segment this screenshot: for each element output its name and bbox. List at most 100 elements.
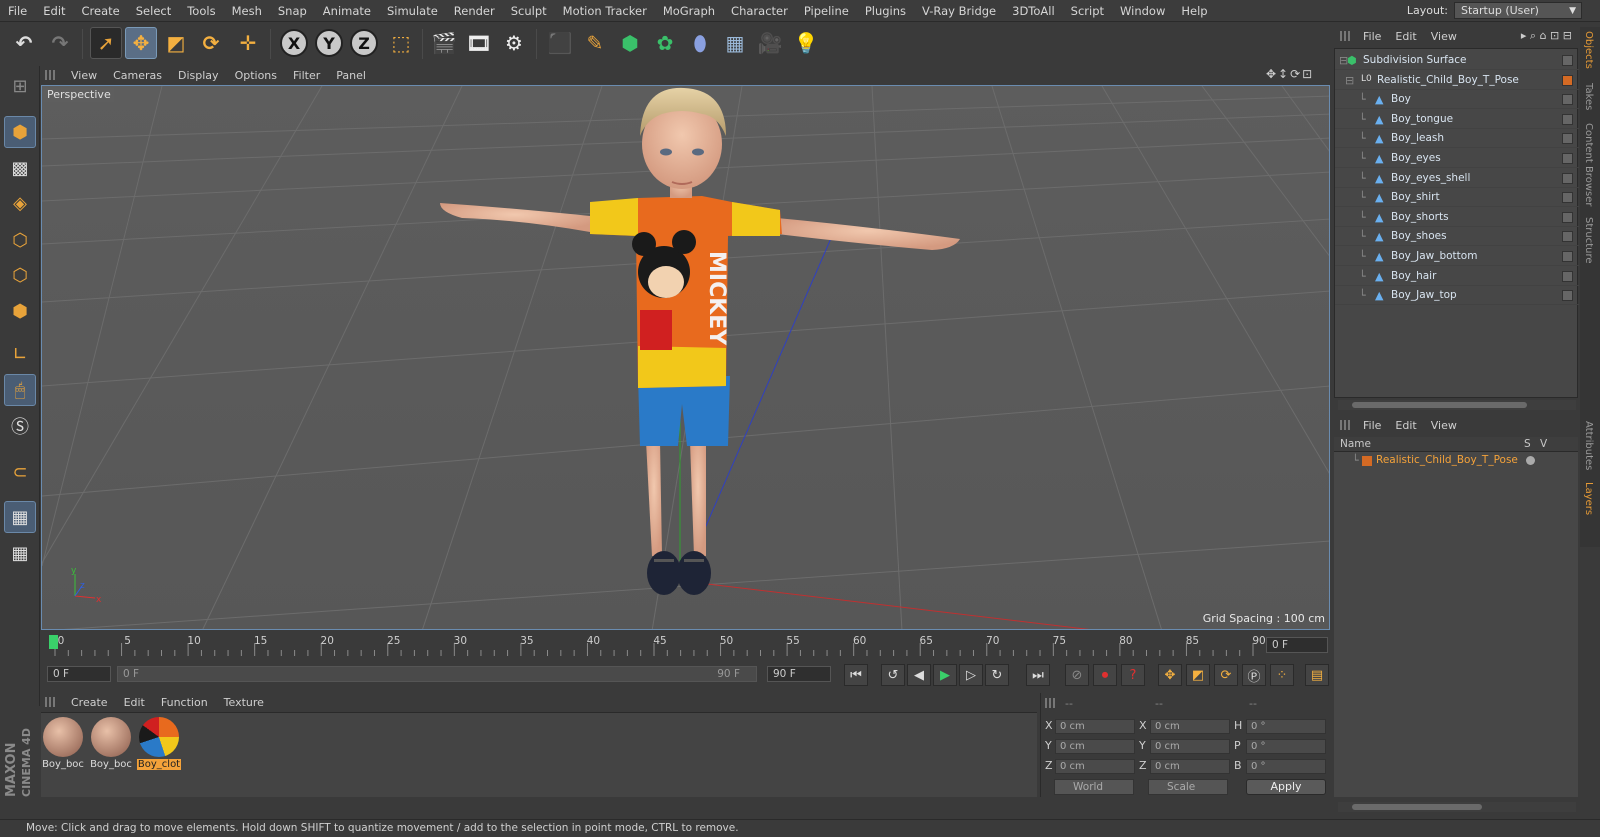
menu-item[interactable]: Window	[1112, 0, 1173, 22]
layer-menu-item[interactable]: Edit	[1388, 419, 1423, 432]
polygons-mode-button[interactable]: ⬢	[4, 295, 36, 327]
visibility-toggle[interactable]	[1562, 211, 1573, 223]
menu-item[interactable]: Mesh	[224, 0, 270, 22]
render-view-button[interactable]: 🎬	[428, 27, 460, 59]
visibility-toggle[interactable]	[1562, 94, 1573, 106]
lock-workplane-button[interactable]: ▦	[4, 501, 36, 533]
playhead[interactable]	[49, 635, 58, 649]
next-frame-button[interactable]: ▷	[959, 664, 983, 686]
layer-row[interactable]: └ Realistic_Child_Boy_T_Pose	[1334, 452, 1578, 469]
menu-item[interactable]: Sculpt	[503, 0, 555, 22]
tab-structure[interactable]: Structure	[1583, 217, 1594, 264]
move-tool-button[interactable]: ✥	[125, 27, 157, 59]
next-key-button[interactable]: ↻	[985, 664, 1009, 686]
layout-dropdown[interactable]: Startup (User) ▼	[1454, 2, 1582, 19]
object-row[interactable]: └ ▲ Boy_shirt	[1335, 188, 1579, 208]
material-menu-item[interactable]: Edit	[116, 696, 153, 709]
make-editable-button[interactable]: ⊞	[4, 70, 36, 102]
key-scale-button[interactable]: ◩	[1186, 664, 1210, 686]
scrollbar-thumb[interactable]	[1352, 804, 1482, 810]
key-rotation-button[interactable]: ⟳	[1214, 664, 1238, 686]
recent-tool-button[interactable]: ✛	[232, 27, 264, 59]
position-field[interactable]: 0 cm	[1055, 739, 1135, 754]
object-row[interactable]: └ ▲ Boy_eyes_shell	[1335, 169, 1579, 188]
rotate-tool-button[interactable]: ⟳	[195, 27, 227, 59]
menu-item[interactable]: Script	[1063, 0, 1112, 22]
visibility-toggle[interactable]	[1562, 192, 1573, 204]
visibility-toggle[interactable]	[1562, 172, 1573, 184]
menu-item[interactable]: File	[0, 0, 35, 22]
layer-color-icon[interactable]	[1362, 456, 1372, 466]
live-selection-button[interactable]: ➚	[90, 27, 122, 59]
snap-button[interactable]: Ⓢ	[4, 410, 36, 442]
record-keys-button[interactable]: ⊘	[1065, 664, 1089, 686]
object-row[interactable]: └ ▲ Boy_eyes	[1335, 149, 1579, 168]
position-field[interactable]: 0 cm	[1055, 719, 1135, 734]
subdivision-button[interactable]: ⬢	[614, 27, 646, 59]
object-menu-item[interactable]: Edit	[1388, 30, 1423, 43]
rotation-field[interactable]: 0 °	[1246, 759, 1326, 774]
viewport-menu-item[interactable]: View	[63, 69, 105, 82]
menu-item[interactable]: Select	[128, 0, 179, 22]
viewport-menu-item[interactable]: Options	[227, 69, 285, 82]
z-axis-button[interactable]: Z	[348, 27, 380, 59]
range-slider[interactable]: 0 F 90 F	[117, 666, 757, 682]
material-swatch[interactable]: Boy_boc	[89, 717, 133, 770]
object-row[interactable]: └ ▲ Boy_hair	[1335, 267, 1579, 286]
go-to-end-button[interactable]: ⏭	[1026, 664, 1050, 686]
menu-item[interactable]: Simulate	[379, 0, 446, 22]
start-frame-field[interactable]: 0 F	[47, 666, 111, 682]
solo-dot-icon[interactable]	[1526, 456, 1535, 465]
magnet-button[interactable]: ⊂	[4, 456, 36, 488]
scale-tool-button[interactable]: ◩	[160, 27, 192, 59]
visibility-toggle[interactable]	[1562, 290, 1573, 302]
x-axis-button[interactable]: X	[278, 27, 310, 59]
tab-content-browser[interactable]: Content Browser	[1583, 123, 1594, 206]
object-menu-item[interactable]: View	[1424, 30, 1464, 43]
planar-workplane-button[interactable]: ▦	[4, 537, 36, 569]
floor-button[interactable]: ▦	[719, 27, 751, 59]
visibility-toggle[interactable]	[1562, 251, 1573, 262]
edges-mode-button[interactable]: ⬡	[4, 259, 36, 291]
rotation-field[interactable]: 0 °	[1246, 739, 1326, 754]
material-swatch[interactable]: Boy_boc	[41, 717, 85, 770]
model-mode-button[interactable]: ⬢	[4, 116, 36, 148]
timeline[interactable]: 0 5 10 15 20 25 30 35 40 45 50 55 60 65 70 75 80 85 90 0 F	[41, 631, 1330, 659]
object-manager-tools-icons[interactable]: ▸ ⌕ ⌂ ⊡ ⊟	[1521, 29, 1578, 43]
play-button[interactable]: ▶	[933, 664, 957, 686]
visibility-toggle[interactable]	[1562, 270, 1573, 282]
material-swatch-selected[interactable]: Boy_clot	[137, 717, 181, 770]
render-settings-button[interactable]: ⚙	[498, 27, 530, 59]
coord-size-dropdown[interactable]: Scale	[1148, 779, 1228, 795]
deformer-button[interactable]: ⬮	[684, 27, 716, 59]
coordinate-system-button[interactable]: ⬚	[385, 27, 417, 59]
object-row[interactable]: └ ▲ Boy_shorts	[1335, 208, 1579, 227]
viewport-camera-label[interactable]: Perspective	[44, 88, 114, 102]
texture-mode-button[interactable]: ▩	[4, 152, 36, 184]
menu-item[interactable]: Tools	[179, 0, 223, 22]
menu-item[interactable]: Motion Tracker	[555, 0, 655, 22]
redo-button[interactable]: ↷	[44, 27, 76, 59]
layer-menu-item[interactable]: View	[1424, 419, 1464, 432]
material-menu-item[interactable]: Texture	[216, 696, 272, 709]
viewport-nav-icons[interactable]: ✥↕⟳⊡	[1266, 67, 1314, 81]
object-row[interactable]: └ ▲ Boy_Jaw_top	[1335, 286, 1579, 306]
object-row[interactable]: └ ▲ Boy_leash	[1335, 129, 1579, 149]
menu-item[interactable]: Help	[1173, 0, 1215, 22]
viewport-menu-item[interactable]: Panel	[328, 69, 374, 82]
coord-mode-dropdown[interactable]: World	[1054, 779, 1134, 795]
tab-layers[interactable]: Layers	[1583, 482, 1594, 515]
viewport-perspective[interactable]: MICKEY y x z Perspective Grid Spacing : …	[41, 85, 1330, 630]
keyframe-selection-button[interactable]: ?	[1121, 664, 1145, 686]
position-field[interactable]: 0 cm	[1055, 759, 1135, 774]
previous-key-button[interactable]: ↺	[881, 664, 905, 686]
size-field[interactable]: 0 cm	[1150, 719, 1230, 734]
cube-primitive-button[interactable]: ⬛	[544, 27, 576, 59]
previous-frame-button[interactable]: ◀	[907, 664, 931, 686]
layer-column-visible[interactable]: V	[1540, 438, 1547, 450]
visibility-toggle[interactable]	[1562, 55, 1573, 66]
menu-item[interactable]: Plugins	[857, 0, 914, 22]
object-row[interactable]: └ ▲ Boy_Jaw_bottom	[1335, 247, 1579, 266]
end-frame-field[interactable]: 90 F	[767, 666, 831, 682]
size-field[interactable]: 0 cm	[1150, 759, 1230, 774]
